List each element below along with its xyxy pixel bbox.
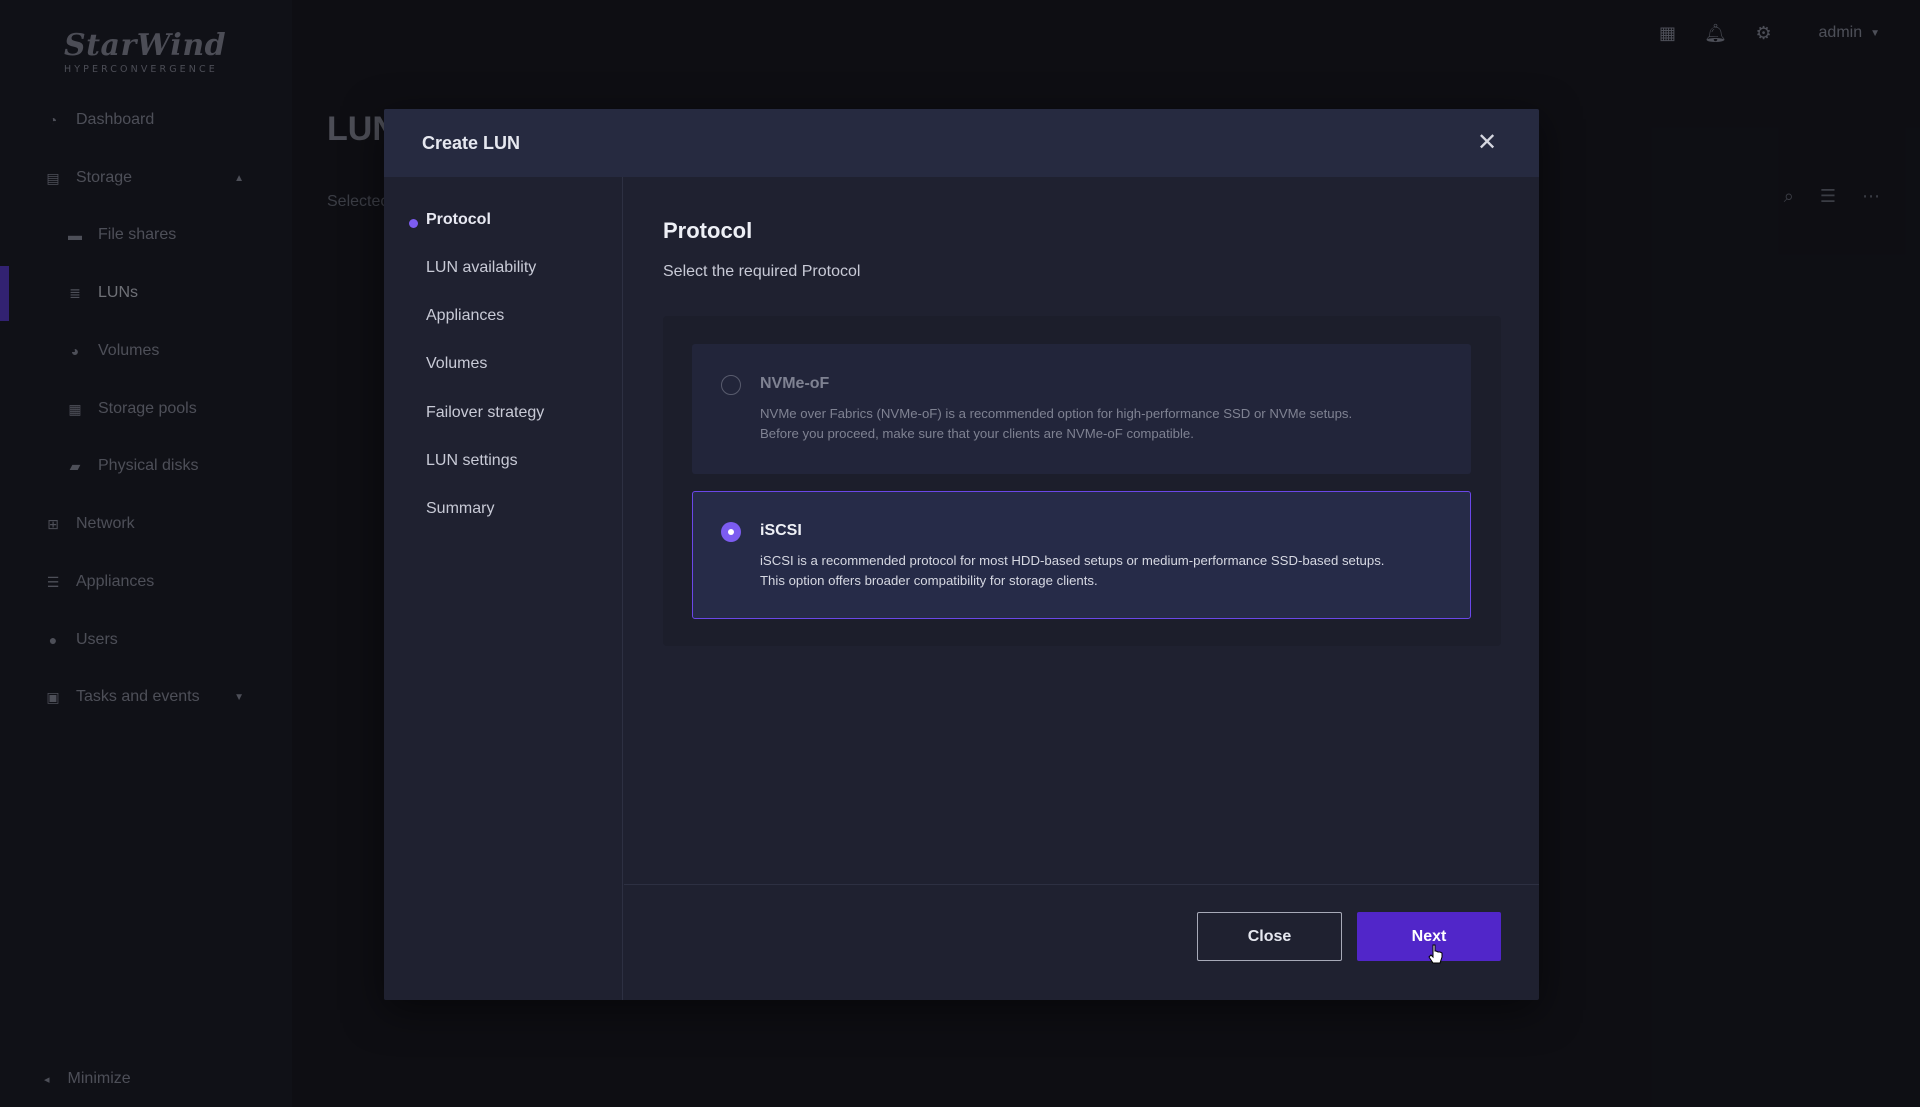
current-step-indicator	[409, 219, 418, 228]
iscsi-radio[interactable]	[721, 522, 741, 542]
step-protocol[interactable]: Protocol	[426, 211, 491, 229]
step-volumes[interactable]: Volumes	[426, 355, 487, 373]
option-nvme-of[interactable]: NVMe-oF NVMe over Fabrics (NVMe-oF) is a…	[692, 344, 1471, 474]
close-icon[interactable]: ✕	[1475, 131, 1499, 155]
step-appliances[interactable]: Appliances	[426, 307, 504, 325]
wizard-steps: Protocol LUN availability Appliances Vol…	[384, 177, 623, 1000]
option-title: NVMe-oF	[760, 375, 830, 392]
modal-footer: Close Next	[624, 884, 1539, 1000]
close-button[interactable]: Close	[1197, 912, 1342, 961]
step-failover-strategy[interactable]: Failover strategy	[426, 404, 544, 422]
modal-title: Create LUN	[422, 132, 521, 153]
option-title: iSCSI	[760, 522, 802, 539]
option-iscsi[interactable]: iSCSI iSCSI is a recommended protocol fo…	[692, 491, 1471, 619]
option-description-line: NVMe over Fabrics (NVMe-oF) is a recomme…	[760, 406, 1353, 421]
wizard-content: Protocol Select the required Protocol NV…	[624, 177, 1539, 884]
modal-header: Create LUN ✕	[384, 109, 1539, 177]
mouse-pointer-icon	[1428, 944, 1443, 964]
option-description: iSCSI is a recommended protocol for most…	[760, 551, 1460, 591]
step-lun-settings[interactable]: LUN settings	[426, 452, 518, 470]
option-description-line: iSCSI is a recommended protocol for most…	[760, 553, 1385, 568]
nvme-of-radio[interactable]	[721, 375, 741, 395]
section-subtitle: Select the required Protocol	[663, 263, 861, 280]
step-summary[interactable]: Summary	[426, 500, 494, 518]
protocol-options: NVMe-oF NVMe over Fabrics (NVMe-oF) is a…	[663, 316, 1501, 646]
step-lun-availability[interactable]: LUN availability	[426, 259, 536, 277]
option-description-line: Before you proceed, make sure that your …	[760, 426, 1194, 441]
option-description-line: This option offers broader compatibility…	[760, 573, 1098, 588]
create-lun-dialog: Create LUN ✕ Protocol LUN availability A…	[384, 109, 1539, 1000]
option-description: NVMe over Fabrics (NVMe-oF) is a recomme…	[760, 404, 1460, 444]
section-title: Protocol	[663, 218, 753, 243]
